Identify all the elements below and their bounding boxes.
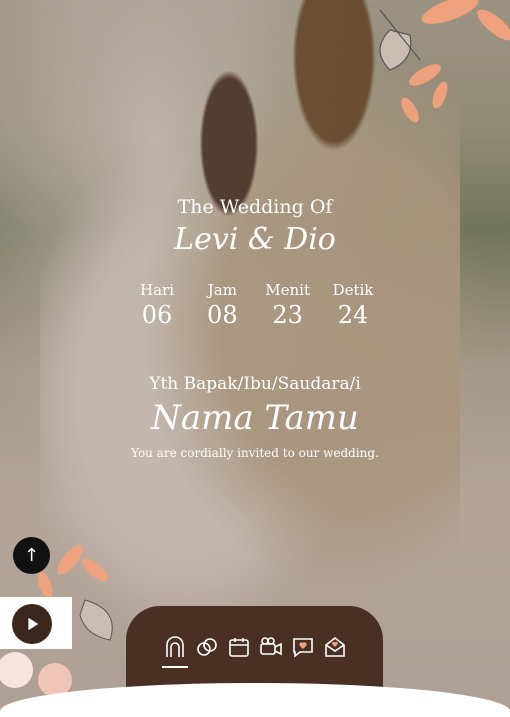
guest-salutation: Yth Bapak/Ibu/Saudara/i [149, 374, 361, 394]
envelope-heart-icon [324, 636, 345, 657]
flower-decoration-top [379, 0, 510, 123]
countdown-label: Hari [140, 281, 174, 299]
camera-icon [259, 636, 282, 655]
wedding-subtitle: The Wedding Of [177, 196, 333, 218]
nav-item-event[interactable] [226, 632, 252, 662]
play-icon [28, 617, 39, 631]
nav-item-rings[interactable] [194, 632, 220, 662]
countdown-seconds: Detik 24 [323, 281, 383, 329]
countdown-label: Jam [207, 281, 237, 299]
rings-icon [196, 637, 217, 656]
countdown-label: Detik [332, 281, 374, 299]
nav-item-wishes[interactable] [290, 632, 316, 662]
arch-icon [165, 635, 184, 657]
couple-names: Levi & Dio [174, 222, 336, 257]
countdown-value: 08 [207, 301, 238, 329]
music-play-button[interactable] [12, 604, 52, 644]
countdown-hours: Jam 08 [192, 281, 252, 329]
invitation-text: You are cordially invited to our wedding… [131, 446, 379, 460]
nav-item-couple[interactable] [161, 632, 188, 668]
scroll-top-button[interactable]: ↑ [13, 537, 50, 574]
chat-heart-icon [292, 637, 313, 658]
countdown-days: Hari 06 [127, 281, 187, 329]
countdown-value: 23 [272, 301, 303, 329]
countdown-value: 06 [141, 301, 173, 329]
bottom-navigation [126, 606, 383, 687]
countdown: Hari 06 Jam 08 Menit 23 Detik 24 [127, 281, 383, 329]
nav-item-gallery[interactable] [258, 632, 284, 662]
countdown-minutes: Menit 23 [258, 281, 318, 329]
arrow-up-icon: ↑ [23, 545, 40, 566]
nav-item-gift[interactable] [322, 632, 348, 662]
countdown-value: 24 [337, 301, 369, 329]
countdown-label: Menit [265, 281, 311, 299]
calendar-icon [228, 637, 249, 657]
guest-name: Nama Tamu [151, 398, 359, 438]
